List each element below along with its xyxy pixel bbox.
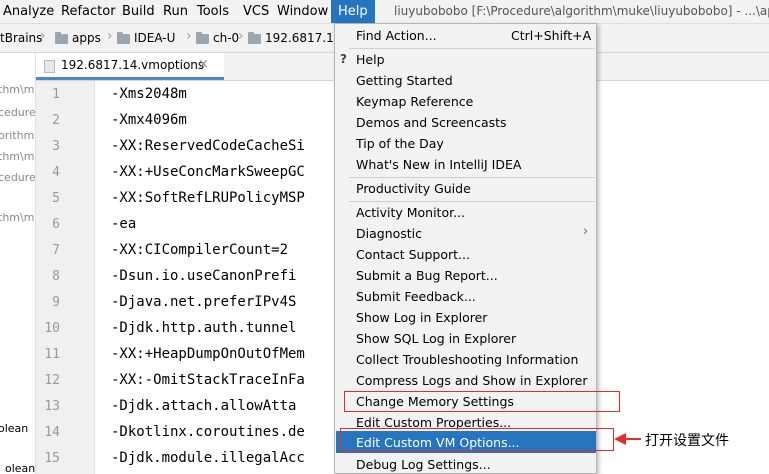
menu-vcs[interactable]: VCS: [243, 3, 269, 20]
folder-icon: [55, 31, 68, 44]
line-number: 12: [44, 373, 60, 388]
line-number: 11: [44, 347, 60, 362]
code-line[interactable]: -Djava.net.preferIPv4S: [111, 294, 296, 310]
folder-icon: [117, 31, 130, 44]
menu-item-show-log[interactable]: Show Log in Explorer: [356, 310, 487, 326]
chevron-right-icon: ›: [107, 28, 113, 44]
menu-separator: [349, 177, 595, 178]
menu-bar: Analyze Refactor Build Run Tools VCS Win…: [0, 0, 769, 24]
menu-item-keymap-reference[interactable]: Keymap Reference: [356, 94, 473, 110]
code-line[interactable]: -XX:CICompilerCount=2: [111, 242, 288, 258]
menu-item-productivity-guide[interactable]: Productivity Guide: [356, 181, 471, 197]
menu-item-submit-feedback[interactable]: Submit Feedback...: [356, 289, 476, 305]
menu-item-compress-logs[interactable]: Compress Logs and Show in Explorer: [356, 373, 587, 389]
line-number: 5: [52, 191, 60, 206]
help-icon: ?: [340, 52, 347, 66]
menu-separator: [349, 201, 595, 202]
line-number: 8: [52, 269, 60, 284]
menu-item-debug-log[interactable]: Debug Log Settings...: [356, 457, 491, 473]
menu-item-demos[interactable]: Demos and Screencasts: [356, 115, 507, 131]
annotation-text: 打开设置文件: [645, 433, 729, 449]
window-title: liuyubobobo [F:\Procedure\algorithm\muke…: [394, 4, 769, 18]
code-line[interactable]: -Djdk.module.illegalAcc: [111, 450, 305, 466]
code-line[interactable]: -Xms2048m: [111, 86, 187, 102]
project-tree-item[interactable]: thm\m: [0, 150, 34, 163]
code-line[interactable]: -XX:ReservedCodeCacheSi: [111, 138, 305, 154]
menu-item-collect-troubleshooting[interactable]: Collect Troubleshooting Information: [356, 352, 578, 368]
code-line[interactable]: -XX:-OmitStackTraceInFa: [111, 372, 305, 388]
breadcrumb-item[interactable]: apps: [55, 31, 101, 46]
line-number: 4: [52, 165, 60, 180]
menu-build[interactable]: Build: [122, 3, 155, 20]
arrow-line: [625, 438, 641, 440]
chevron-right-icon: ›: [583, 224, 589, 239]
menu-item-getting-started[interactable]: Getting Started: [356, 73, 453, 89]
editor-tab[interactable]: 192.6817.14.vmoptions ×: [36, 53, 224, 80]
menu-item-help[interactable]: Help: [356, 52, 385, 68]
code-line[interactable]: -XX:SoftRefLRUPolicyMSP: [111, 190, 305, 206]
folder-icon: [196, 31, 209, 44]
code-line[interactable]: -Dkotlinx.coroutines.de: [111, 424, 305, 440]
breadcrumb-item[interactable]: 192.6817.14: [248, 31, 341, 46]
chevron-right-icon: ›: [40, 28, 46, 44]
annotation-box: [340, 428, 614, 451]
line-number: 9: [52, 295, 60, 310]
menu-item-submit-bug[interactable]: Submit a Bug Report...: [356, 268, 498, 284]
line-number: 14: [44, 425, 60, 440]
chevron-right-icon: ›: [238, 28, 244, 44]
menu-analyze[interactable]: Analyze: [3, 3, 54, 20]
project-tree-item[interactable]: cedure\: [0, 171, 35, 184]
line-number: 3: [52, 139, 60, 154]
menu-separator: [349, 48, 595, 49]
menu-tools[interactable]: Tools: [197, 3, 229, 20]
shortcut-label: Ctrl+Shift+A: [511, 28, 592, 43]
line-number-gutter: 1 2 3 4 5 6 7 8 9 10 11 12 13 14 15: [36, 81, 95, 474]
code-line[interactable]: -ea: [111, 216, 136, 232]
code-line[interactable]: -Dsun.io.useCanonPrefi: [111, 268, 296, 284]
project-tree-item[interactable]: orithm: [0, 129, 34, 142]
breadcrumb-item[interactable]: IDEA-U: [117, 31, 175, 46]
menu-window[interactable]: Window: [277, 3, 328, 20]
project-tree-item[interactable]: olean: [0, 422, 28, 435]
menu-item-show-sql-log[interactable]: Show SQL Log in Explorer: [356, 331, 516, 347]
menu-item-activity-monitor[interactable]: Activity Monitor...: [356, 205, 465, 221]
folder-icon: [248, 31, 261, 44]
menu-help[interactable]: Help: [331, 0, 375, 23]
menu-run[interactable]: Run: [163, 3, 188, 20]
annotation-box: [344, 391, 620, 412]
code-line[interactable]: -Djdk.http.auth.tunnel: [111, 320, 296, 336]
menu-item-find-action[interactable]: Find Action...: [356, 28, 437, 44]
tab-filename: 192.6817.14.vmoptions: [61, 58, 205, 72]
line-number: 10: [44, 321, 60, 336]
menu-item-contact-support[interactable]: Contact Support...: [356, 247, 470, 263]
project-tree-item[interactable]: olean: [5, 462, 35, 474]
code-line[interactable]: -Djdk.attach.allowAtta: [111, 398, 296, 414]
line-number: 2: [52, 113, 60, 128]
line-number: 7: [52, 243, 60, 258]
line-number: 15: [44, 451, 60, 466]
code-line[interactable]: -Xmx4096m: [111, 112, 187, 128]
line-number: 13: [44, 399, 60, 414]
breadcrumb-item[interactable]: ch-0: [196, 31, 239, 46]
menu-item-whats-new[interactable]: What's New in IntelliJ IDEA: [356, 157, 521, 173]
file-icon: [44, 60, 55, 73]
code-line[interactable]: -XX:+UseConcMarkSweepGC: [111, 164, 305, 180]
line-number: 1: [52, 87, 60, 102]
line-number: 6: [52, 217, 60, 232]
close-icon[interactable]: ×: [198, 57, 209, 72]
menu-item-diagnostic[interactable]: Diagnostic: [356, 226, 422, 242]
breadcrumb-item[interactable]: tBrains: [0, 31, 42, 46]
project-tree-item[interactable]: cedure\: [0, 106, 35, 119]
menu-refactor[interactable]: Refactor: [61, 3, 116, 20]
chevron-right-icon: ›: [186, 28, 192, 44]
project-panel: thm\mu cedure\ orithm thm\m cedure\ thm\…: [0, 53, 36, 474]
menu-item-tip-of-day[interactable]: Tip of the Day: [356, 136, 444, 152]
project-tree-item[interactable]: thm\mu: [0, 83, 35, 96]
code-line[interactable]: -XX:+HeapDumpOnOutOfMem: [111, 346, 305, 362]
project-tree-item[interactable]: thm\mu: [0, 211, 35, 224]
